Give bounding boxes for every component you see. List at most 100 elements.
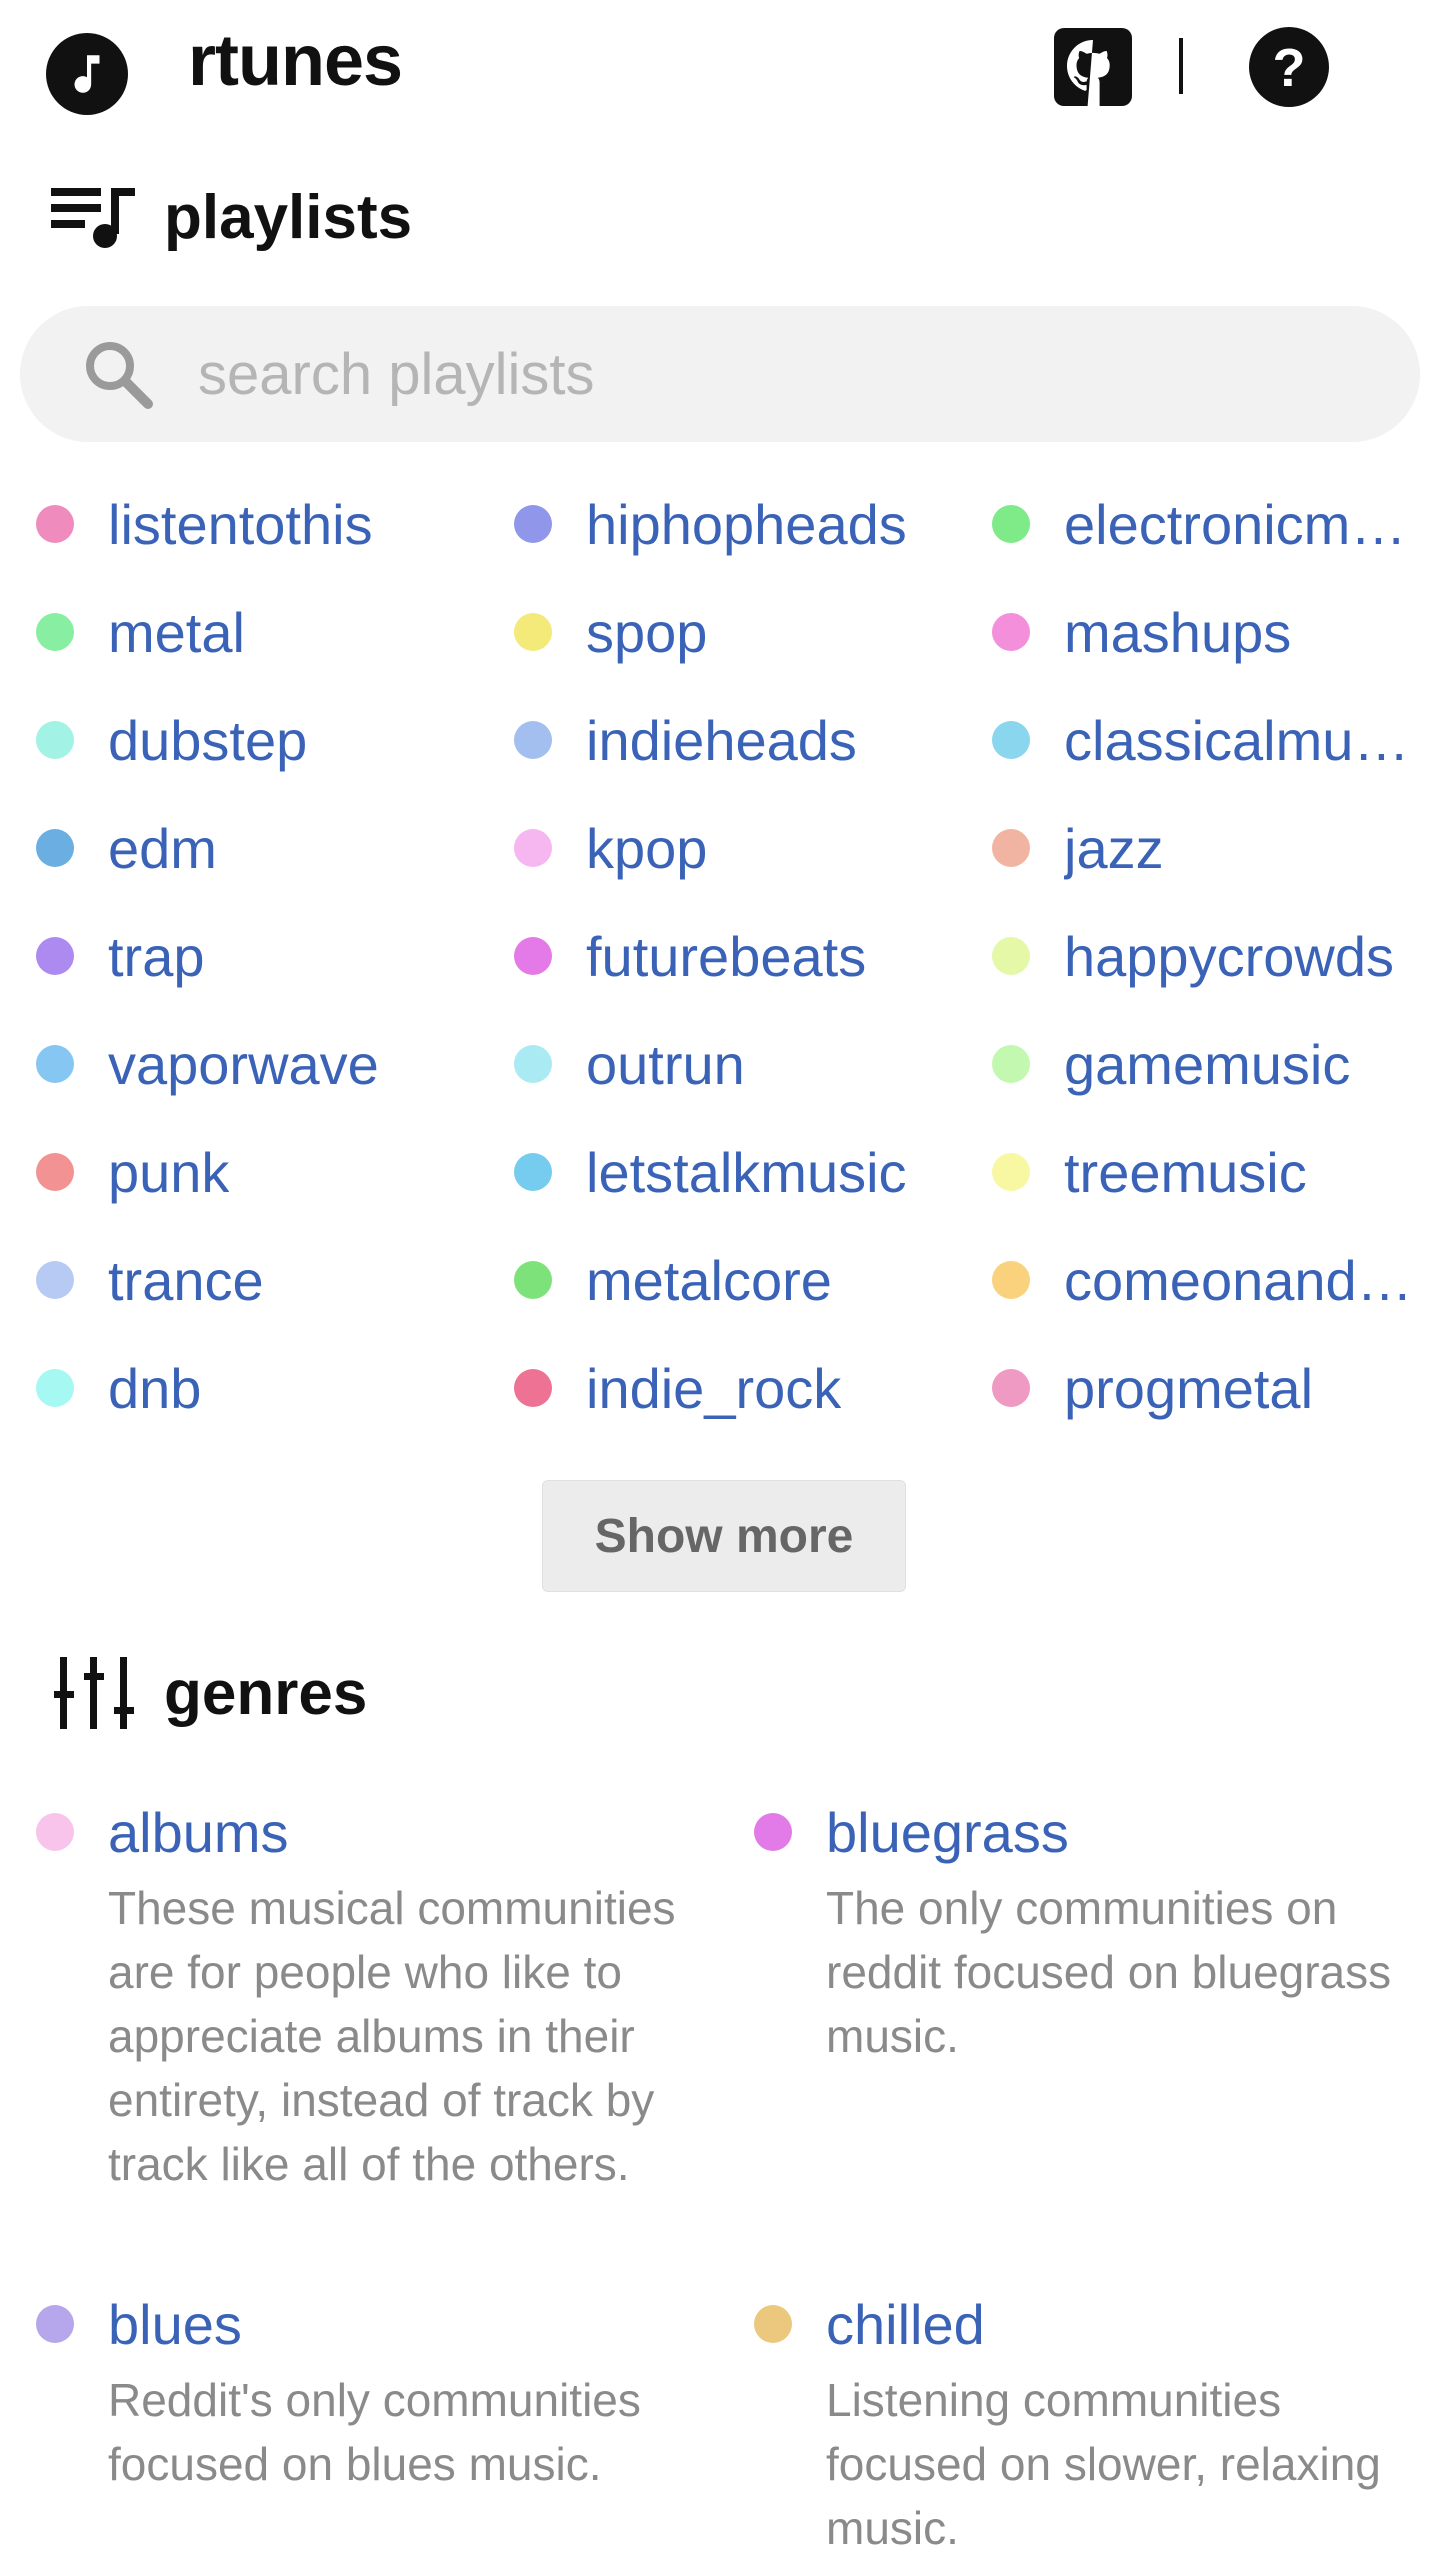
playlist-item[interactable]: punk (36, 1118, 514, 1226)
playlist-link[interactable]: hiphopheads (586, 492, 907, 557)
genre-color-dot (754, 1813, 792, 1851)
genre-item: blues Reddit's only communities focused … (36, 2284, 696, 2496)
playlist-link[interactable]: classicalmu… (1064, 708, 1409, 773)
genre-link[interactable]: albums (108, 1800, 289, 1865)
genre-link[interactable]: blues (108, 2292, 242, 2357)
section-title: genres (164, 1658, 368, 1728)
search-input[interactable] (196, 339, 1350, 409)
playlist-color-dot (992, 721, 1030, 759)
genre-link[interactable]: chilled (826, 2292, 985, 2357)
playlist-color-dot (36, 505, 74, 543)
playlist-link[interactable]: indie_rock (586, 1356, 841, 1421)
playlist-item[interactable]: vaporwave (36, 1010, 514, 1118)
github-icon[interactable] (1052, 26, 1134, 108)
playlist-color-dot (514, 613, 552, 651)
playlist-color-dot (36, 1045, 74, 1083)
playlist-color-dot (514, 721, 552, 759)
playlist-link[interactable]: metalcore (586, 1248, 832, 1313)
playlist-link[interactable]: spop (586, 600, 707, 665)
genre-link[interactable]: bluegrass (826, 1800, 1069, 1865)
playlist-item[interactable]: futurebeats (514, 902, 992, 1010)
playlist-item[interactable]: gamemusic (992, 1010, 1420, 1118)
show-more-button[interactable]: Show more (542, 1480, 906, 1592)
playlist-item[interactable]: treemusic (992, 1118, 1420, 1226)
playlist-item[interactable]: mashups (992, 578, 1420, 686)
playlist-item[interactable]: spop (514, 578, 992, 686)
genre-description: The only communities on reddit focused o… (826, 1882, 1392, 2062)
playlist-item[interactable]: trap (36, 902, 514, 1010)
playlist-link[interactable]: edm (108, 816, 217, 881)
playlist-item[interactable]: listentothis (36, 470, 514, 578)
playlist-color-dot (36, 937, 74, 975)
playlist-link[interactable]: progmetal (1064, 1356, 1313, 1421)
playlist-item[interactable]: indie_rock (514, 1334, 992, 1442)
playlist-item[interactable]: kpop (514, 794, 992, 902)
playlist-link[interactable]: futurebeats (586, 924, 866, 989)
app-title[interactable]: rtunes (188, 16, 403, 106)
playlist-item[interactable]: metalcore (514, 1226, 992, 1334)
playlist-link[interactable]: mashups (1064, 600, 1291, 665)
search-bar[interactable] (20, 306, 1420, 442)
playlist-item[interactable]: happycrowds (992, 902, 1420, 1010)
playlist-item[interactable]: classicalmu… (992, 686, 1420, 794)
playlist-link[interactable]: dubstep (108, 708, 307, 773)
playlist-color-dot (992, 613, 1030, 651)
playlists-heading: playlists (50, 172, 412, 262)
playlist-item[interactable]: edm (36, 794, 514, 902)
playlist-link[interactable]: jazz (1064, 816, 1164, 881)
playlist-link[interactable]: punk (108, 1140, 229, 1205)
music-note-icon[interactable] (46, 33, 128, 115)
playlist-link[interactable]: electronicm… (1064, 492, 1406, 557)
playlist-link[interactable]: kpop (586, 816, 707, 881)
playlist-item[interactable]: indieheads (514, 686, 992, 794)
genre-color-dot (754, 2305, 792, 2343)
playlist-item[interactable]: outrun (514, 1010, 992, 1118)
header-divider (1179, 38, 1183, 94)
playlist-color-dot (36, 1261, 74, 1299)
playlist-link[interactable]: treemusic (1064, 1140, 1307, 1205)
playlist-item[interactable]: dubstep (36, 686, 514, 794)
playlist-item[interactable]: letstalkmusic (514, 1118, 992, 1226)
playlist-color-dot (992, 1261, 1030, 1299)
help-icon[interactable]: ? (1248, 26, 1330, 108)
playlist-link[interactable]: outrun (586, 1032, 745, 1097)
genre-description: These musical communities are for people… (108, 1882, 676, 2190)
playlist-item[interactable]: metal (36, 578, 514, 686)
playlist-color-dot (514, 937, 552, 975)
genre-item: bluegrass The only communities on reddit… (754, 1792, 1414, 2068)
sliders-icon (50, 1657, 138, 1729)
playlist-link[interactable]: letstalkmusic (586, 1140, 907, 1205)
playlist-item[interactable]: dnb (36, 1334, 514, 1442)
playlist-color-dot (514, 1261, 552, 1299)
playlist-color-dot (36, 613, 74, 651)
playlist-color-dot (514, 1045, 552, 1083)
playlist-item[interactable]: electronicm… (992, 470, 1420, 578)
app-header: rtunes ? (0, 0, 1440, 140)
playlist-link[interactable]: vaporwave (108, 1032, 379, 1097)
playlist-item[interactable]: comeonand… (992, 1226, 1420, 1334)
playlist-link[interactable]: metal (108, 600, 245, 665)
svg-text:?: ? (1273, 38, 1306, 98)
genre-item: chilled Listening communities focused on… (754, 2284, 1414, 2560)
playlist-color-dot (992, 829, 1030, 867)
playlist-item[interactable]: trance (36, 1226, 514, 1334)
playlist-link[interactable]: happycrowds (1064, 924, 1394, 989)
genre-description: Listening communities focused on slower,… (826, 2374, 1381, 2554)
playlist-link[interactable]: listentothis (108, 492, 373, 557)
playlist-grid: listentothis hiphopheads electronicm… metal… (36, 470, 1420, 1442)
playlist-color-dot (36, 1153, 74, 1191)
playlist-link[interactable]: trance (108, 1248, 264, 1313)
playlist-icon (50, 181, 138, 253)
playlist-item[interactable]: jazz (992, 794, 1420, 902)
playlist-color-dot (992, 937, 1030, 975)
playlist-link[interactable]: gamemusic (1064, 1032, 1350, 1097)
playlist-item[interactable]: hiphopheads (514, 470, 992, 578)
playlist-color-dot (514, 505, 552, 543)
playlist-link[interactable]: dnb (108, 1356, 201, 1421)
playlist-color-dot (992, 1369, 1030, 1407)
genre-color-dot (36, 2305, 74, 2343)
playlist-link[interactable]: comeonand… (1064, 1248, 1413, 1313)
playlist-item[interactable]: progmetal (992, 1334, 1420, 1442)
playlist-link[interactable]: indieheads (586, 708, 857, 773)
playlist-link[interactable]: trap (108, 924, 205, 989)
